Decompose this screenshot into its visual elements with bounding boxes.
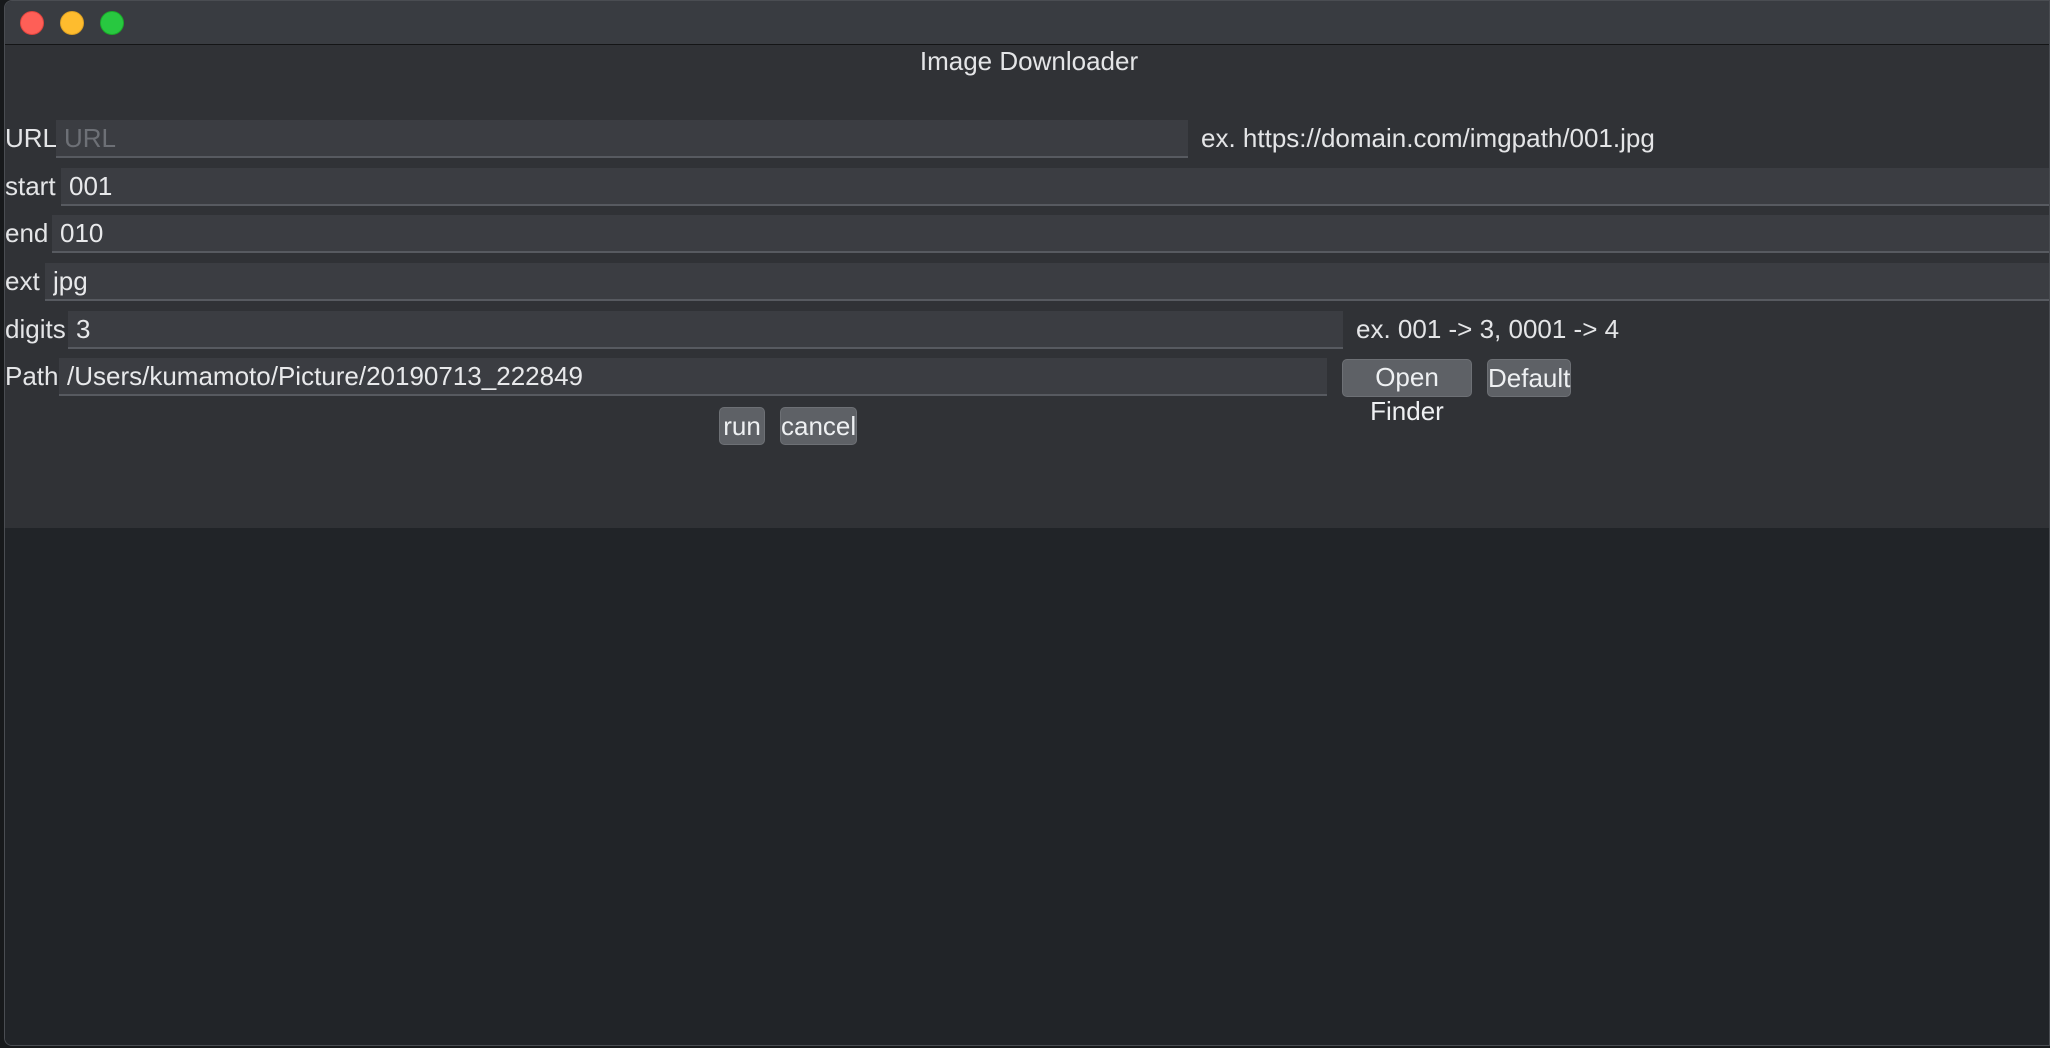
app-title: Image Downloader bbox=[919, 46, 1139, 76]
end-input[interactable] bbox=[52, 215, 2049, 253]
path-label: Path bbox=[5, 361, 59, 391]
digits-input[interactable] bbox=[68, 311, 1343, 349]
url-input[interactable] bbox=[56, 120, 1188, 158]
close-window-icon[interactable] bbox=[20, 11, 44, 35]
output-area bbox=[5, 528, 2049, 1045]
end-label: end bbox=[5, 218, 49, 248]
title-bar[interactable] bbox=[5, 1, 2049, 45]
zoom-window-icon[interactable] bbox=[100, 11, 124, 35]
downloader-form: Image Downloader URL ex. https://domain.… bbox=[5, 45, 2049, 528]
app-window: Image Downloader URL ex. https://domain.… bbox=[4, 0, 2050, 1046]
ext-label: ext bbox=[5, 266, 40, 296]
url-hint: ex. https://domain.com/imgpath/001.jpg bbox=[1201, 123, 1655, 153]
minimize-window-icon[interactable] bbox=[60, 11, 84, 35]
open-finder-button[interactable]: Open Finder bbox=[1342, 359, 1472, 426]
start-label: start bbox=[5, 171, 56, 201]
digits-hint: ex. 001 -> 3, 0001 -> 4 bbox=[1356, 314, 1620, 344]
default-path-button[interactable]: Default bbox=[1487, 359, 1571, 397]
url-label: URL bbox=[5, 123, 58, 153]
cancel-button[interactable]: cancel bbox=[780, 407, 857, 445]
path-input[interactable] bbox=[59, 358, 1327, 396]
ext-input[interactable] bbox=[45, 263, 2049, 301]
digits-label: digits bbox=[5, 314, 66, 344]
start-input[interactable] bbox=[61, 168, 2049, 206]
run-button[interactable]: run bbox=[719, 407, 765, 445]
